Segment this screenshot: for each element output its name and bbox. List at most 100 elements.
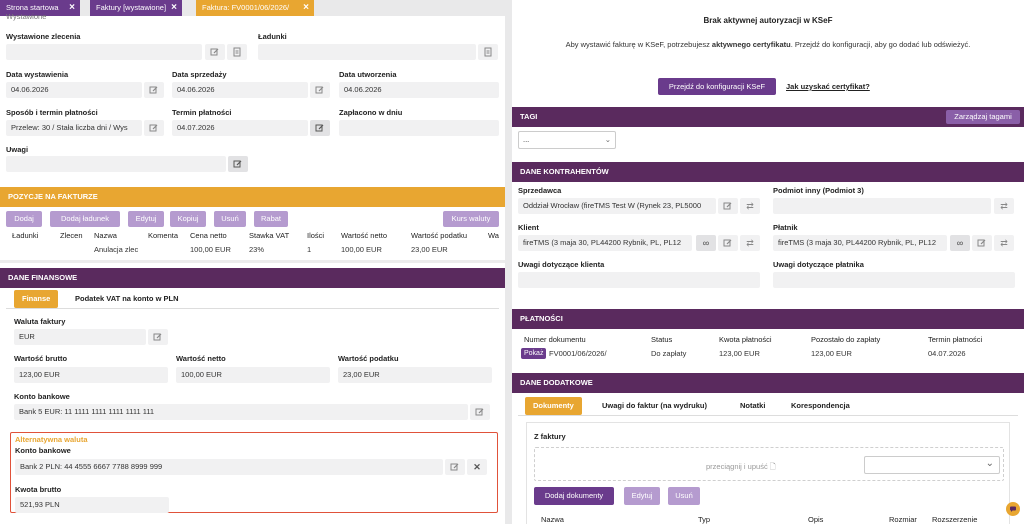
payment-term-field[interactable]: 04.07.2026 [172, 120, 308, 136]
tab-invoice[interactable]: Faktura: FV0001/06/2026/ × [196, 0, 314, 16]
add-button[interactable]: Dodaj [6, 211, 42, 227]
other-entity-label: Podmiot inny (Podmiot 3) [773, 186, 864, 195]
issue-date-field[interactable]: 04.06.2026 [6, 82, 142, 98]
column-header[interactable]: Ilości [307, 231, 324, 240]
close-icon[interactable]: × [69, 0, 75, 16]
column-header[interactable]: Rozmiar [889, 515, 917, 524]
exchange-rate-button[interactable]: Kurs waluty [443, 211, 499, 227]
paid-on-field[interactable] [339, 120, 499, 136]
seller-field[interactable]: Oddział Wrocław (fireTMS Test W (Rynek 2… [518, 198, 716, 214]
copy-button[interactable]: Kopiuj [170, 211, 206, 227]
tab-correspondence[interactable]: Korespondencja [783, 397, 858, 415]
delete-document-button[interactable]: Usuń [668, 487, 700, 505]
edit-icon[interactable] [148, 329, 168, 345]
swap-icon[interactable]: ⇄ [994, 198, 1014, 214]
horizontal-scrollbar[interactable] [0, 260, 505, 263]
chat-bubble-icon[interactable] [1006, 502, 1020, 516]
currency-field[interactable]: EUR [14, 329, 146, 345]
calendar-edit-icon[interactable] [144, 82, 164, 98]
sale-date-label: Data sprzedaży [172, 70, 227, 79]
link-icon[interactable]: ∞ [950, 235, 970, 251]
tab-documents[interactable]: Dokumenty [525, 397, 582, 415]
finance-header: DANE FINANSOWE [0, 268, 505, 288]
document-type-select[interactable]: ⌄ [864, 456, 1000, 474]
cell-net-value: 100,00 EUR [341, 245, 382, 254]
close-icon[interactable]: × [303, 0, 309, 16]
column-header[interactable]: Cena netto [190, 231, 227, 240]
swap-icon[interactable]: ⇄ [740, 235, 760, 251]
tab-invoice-notes[interactable]: Uwagi do faktur (na wydruku) [594, 397, 715, 415]
tax-value-label: Wartość podatku [338, 354, 399, 363]
notes-label: Uwagi [6, 145, 29, 154]
document-icon[interactable] [478, 44, 498, 60]
tags-select[interactable]: ... ⌄ [518, 131, 616, 149]
column-header[interactable]: Opis [808, 515, 823, 524]
manage-tags-button[interactable]: Zarządzaj tagami [946, 110, 1020, 124]
column-header[interactable]: Numer dokumentu [524, 335, 586, 344]
column-header[interactable]: Komenta [148, 231, 178, 240]
column-header[interactable]: Stawka VAT [249, 231, 289, 240]
payer-field[interactable]: fireTMS (3 maja 30, PL44200 Rybnik, PL, … [773, 235, 947, 251]
column-header[interactable]: Wartość netto [341, 231, 387, 240]
contractors-header: DANE KONTRAHENTÓW [512, 162, 1024, 182]
link-icon[interactable]: ∞ [696, 235, 716, 251]
payment-method-field[interactable]: Przelew: 30 / Stała liczba dni / Wys [6, 120, 142, 136]
bank-account-field[interactable]: Bank 5 EUR: 11 1111 1111 1111 1111 111 [14, 404, 468, 420]
column-header[interactable]: Wa [488, 231, 499, 240]
bank-account-label: Konto bankowe [14, 392, 70, 401]
cell-due-date: 04.07.2026 [928, 349, 966, 358]
edit-icon[interactable] [718, 235, 738, 251]
edit-document-button[interactable]: Edytuj [624, 487, 660, 505]
column-header[interactable]: Nazwa [94, 231, 117, 240]
remove-icon[interactable]: ✕ [467, 459, 487, 475]
column-header[interactable]: Rozszerzenie [932, 515, 977, 524]
column-header[interactable]: Ładunki [12, 231, 38, 240]
other-entity-field[interactable] [773, 198, 991, 214]
notes-field[interactable] [6, 156, 226, 172]
close-icon[interactable]: × [171, 0, 177, 16]
tab-finance[interactable]: Finanse [14, 290, 59, 308]
edit-icon[interactable] [445, 459, 465, 475]
swap-icon[interactable]: ⇄ [994, 235, 1014, 251]
cell-name: Anulacja zlec [94, 245, 139, 254]
document-icon[interactable] [227, 44, 247, 60]
column-header[interactable]: Termin płatności [928, 335, 982, 344]
loads-field[interactable] [258, 44, 476, 60]
delete-button[interactable]: Usuń [214, 211, 246, 227]
add-documents-button[interactable]: Dodaj dokumenty [534, 487, 614, 505]
column-header[interactable]: Status [651, 335, 672, 344]
tab-notes[interactable]: Notatki [732, 397, 773, 415]
column-header[interactable]: Kwota płatności [719, 335, 772, 344]
edit-icon[interactable] [972, 235, 992, 251]
alt-bank-field[interactable]: Bank 2 PLN: 44 4555 6667 7788 8999 999 [15, 459, 443, 475]
column-header[interactable]: Wartość podatku [411, 231, 467, 240]
column-header[interactable]: Nazwa [541, 515, 564, 524]
edit-button[interactable]: Edytuj [128, 211, 164, 227]
add-load-button[interactable]: Dodaj ładunek [50, 211, 120, 227]
cell-vat-rate: 23% [249, 245, 265, 254]
client-notes-field[interactable] [518, 272, 760, 288]
tab-vat-pln[interactable]: Podatek VAT na konto w PLN [67, 290, 186, 308]
swap-icon[interactable]: ⇄ [740, 198, 760, 214]
certificate-link[interactable]: Jak uzyskać certyfikat? [786, 82, 870, 91]
show-badge[interactable]: Pokaż [521, 348, 547, 359]
calendar-edit-icon[interactable] [310, 120, 330, 136]
edit-icon[interactable] [205, 44, 225, 60]
calendar-edit-icon[interactable] [310, 82, 330, 98]
edit-icon[interactable] [228, 156, 248, 172]
sale-date-field[interactable]: 04.06.2026 [172, 82, 308, 98]
column-header[interactable]: Typ [698, 515, 710, 524]
ksef-title: Brak aktywnej autoryzacji w KSeF [703, 16, 833, 25]
edit-icon[interactable] [470, 404, 490, 420]
discount-button[interactable]: Rabat [254, 211, 288, 227]
column-header[interactable]: Zlecen [60, 231, 83, 240]
orders-field[interactable] [6, 44, 202, 60]
tab-invoices-issued[interactable]: Faktury [wystawione] × [90, 0, 182, 16]
ksef-config-button[interactable]: Przejdź do konfiguracji KSeF [658, 78, 776, 95]
client-field[interactable]: fireTMS (3 maja 30, PL44200 Rybnik, PL, … [518, 235, 692, 251]
edit-icon[interactable] [718, 198, 738, 214]
created-date-field: 04.06.2026 [339, 82, 499, 98]
edit-icon[interactable] [144, 120, 164, 136]
payer-notes-field[interactable] [773, 272, 1015, 288]
column-header[interactable]: Pozostało do zapłaty [811, 335, 880, 344]
